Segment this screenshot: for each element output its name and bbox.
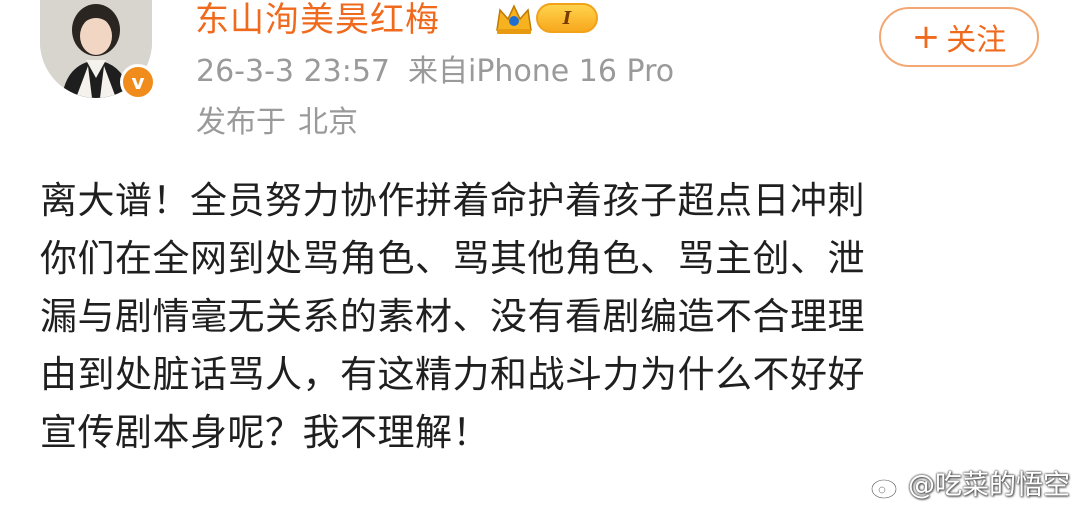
plus-icon: + [911,17,941,57]
post-line: 漏与剧情毫无关系的素材、没有看剧编造不合理理 [40,295,865,338]
post-line: 宣传剧本身呢？我不理解！ [40,411,490,454]
post-source: 来自iPhone 16 Pro [408,54,675,89]
crown-icon [496,4,532,34]
post-text: 离大谱！全员努力协作拼着命护着孩子超点日冲刺 你们在全网到处骂角色、骂其他角色、… [40,172,1050,462]
follow-button[interactable]: + 关注 [879,7,1039,67]
username[interactable]: 东山洵美昊红梅 [195,0,440,40]
post-timestamp: 26-3-3 23:57 [196,54,390,89]
weibo-icon [870,474,903,500]
location-prefix: 发布于 [196,105,286,140]
follow-button-label: 关注 [946,23,1007,58]
post-meta: 26-3-3 23:57 来自iPhone 16 Pro [196,52,674,92]
post-line: 离大谱！全员努力协作拼着命护着孩子超点日冲刺 [40,179,865,222]
post-line: 由到处脏话骂人，有这精力和战斗力为什么不好好 [40,353,865,396]
watermark: @吃菜的悟空 [870,468,1070,504]
location-city: 北京 [298,105,358,140]
verified-badge-icon: v [120,64,156,100]
post-location: 发布于 北京 [196,103,358,143]
level-badge[interactable]: I [536,3,598,33]
watermark-text: @吃菜的悟空 [908,470,1070,501]
post-line: 你们在全网到处骂角色、骂其他角色、骂主创、泄 [40,237,865,280]
